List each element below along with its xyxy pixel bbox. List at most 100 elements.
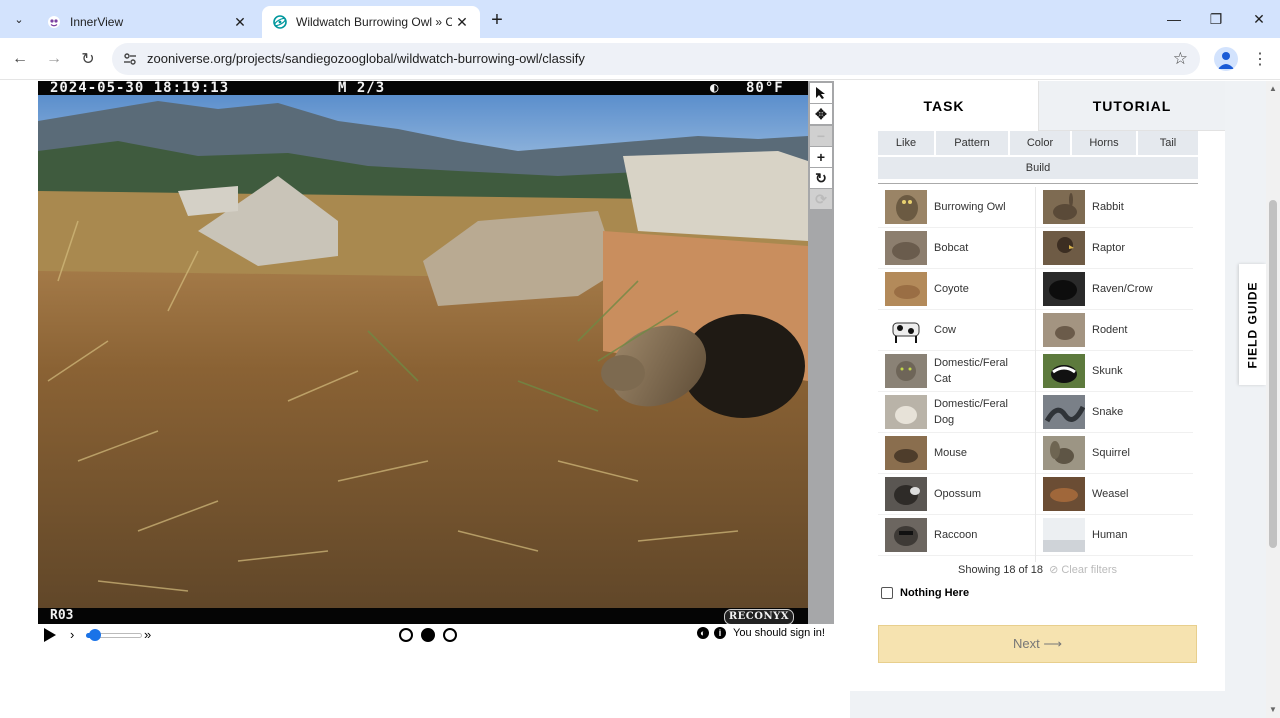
choice-coyote[interactable]: Coyote xyxy=(878,269,1035,310)
browser-menu-icon[interactable]: ⋮ xyxy=(1250,47,1270,71)
scrollbar-thumb[interactable] xyxy=(1269,200,1277,548)
frame-selector xyxy=(399,628,457,642)
choice-rodent[interactable]: Rodent xyxy=(1036,310,1193,351)
choice-skunk[interactable]: Skunk xyxy=(1036,351,1193,392)
close-window-icon[interactable]: ✕ xyxy=(1237,6,1280,32)
camera-station: R03 xyxy=(50,608,74,623)
next-button[interactable]: Next ⟶ xyxy=(878,625,1197,663)
frame-controls: › » ◐ i You should sign in! xyxy=(38,625,838,645)
tab-task[interactable]: TASK xyxy=(850,81,1038,131)
new-tab-plus-icon[interactable]: + xyxy=(486,9,508,31)
frame-dot-3[interactable] xyxy=(443,628,457,642)
moon-phase-icon: ◐ xyxy=(710,81,720,96)
scroll-down-arrow-icon[interactable]: ▼ xyxy=(1269,705,1277,714)
choice-thumbnail xyxy=(885,477,927,511)
choice-weasel[interactable]: Weasel xyxy=(1036,474,1193,515)
clear-filters-label: Clear filters xyxy=(1061,564,1117,576)
choice-raptor[interactable]: Raptor xyxy=(1036,228,1193,269)
info-icon[interactable]: i xyxy=(714,627,726,639)
choice-thumbnail xyxy=(1043,190,1085,224)
choice-label: Squirrel xyxy=(1092,447,1130,459)
forward-arrow-icon[interactable]: → xyxy=(42,47,66,71)
choice-domestic-feral-dog[interactable]: Domestic/Feral Dog xyxy=(878,392,1035,433)
choice-thumbnail xyxy=(885,272,927,306)
choice-thumbnail xyxy=(885,395,927,429)
filter-horns[interactable]: Horns xyxy=(1072,131,1138,155)
characteristic-filters: Like Pattern Color Horns Tail Build xyxy=(878,131,1198,179)
camera-trap-image[interactable]: 2024-05-30 18:19:13 M 2/3 ◐ 80°F R03 REC… xyxy=(38,81,808,624)
camera-temperature: 80°F xyxy=(746,81,784,96)
camera-info-bar: 2024-05-30 18:19:13 M 2/3 ◐ 80°F xyxy=(38,81,808,95)
choice-thumbnail xyxy=(1043,354,1085,388)
move-tool-icon[interactable]: ✥ xyxy=(810,104,832,124)
choice-mouse[interactable]: Mouse xyxy=(878,433,1035,474)
invert-colors-icon[interactable]: ◐ xyxy=(697,627,709,639)
rotate-icon[interactable]: ↻ xyxy=(810,168,832,188)
choice-domestic-feral-cat[interactable]: Domestic/Feral Cat xyxy=(878,351,1035,392)
task-panel: TASK TUTORIAL Like Pattern Color Horns T… xyxy=(850,81,1225,691)
playback-speed-handle[interactable] xyxy=(89,629,101,641)
scroll-up-arrow-icon[interactable]: ▲ xyxy=(1269,84,1277,93)
clear-filters-link[interactable]: ⊘ Clear filters xyxy=(1049,564,1117,576)
filters-divider xyxy=(878,183,1198,184)
nothing-here-checkbox[interactable] xyxy=(881,587,893,599)
zoom-out-icon[interactable]: − xyxy=(810,126,832,146)
step-forward-icon[interactable]: › xyxy=(70,627,74,642)
tab-tutorial[interactable]: TUTORIAL xyxy=(1038,81,1225,131)
tab-title: InnerView xyxy=(70,15,124,29)
choice-thumbnail xyxy=(885,190,927,224)
address-bar[interactable]: zooniverse.org/projects/sandiegozoogloba… xyxy=(112,43,1200,75)
minimize-window-icon[interactable]: — xyxy=(1152,6,1196,32)
close-tab-icon[interactable]: ✕ xyxy=(452,12,472,32)
choice-human[interactable]: Human xyxy=(1036,515,1193,556)
choice-thumbnail xyxy=(885,231,927,265)
restore-window-icon[interactable]: ❐ xyxy=(1194,6,1238,32)
choice-thumbnail xyxy=(1043,313,1085,347)
choice-cow[interactable]: Cow xyxy=(878,310,1035,351)
nothing-here-option[interactable]: Nothing Here xyxy=(881,587,969,599)
filter-pattern[interactable]: Pattern xyxy=(936,131,1010,155)
choice-squirrel[interactable]: Squirrel xyxy=(1036,433,1193,474)
close-tab-icon[interactable]: ✕ xyxy=(230,12,250,32)
choice-burrowing-owl[interactable]: Burrowing Owl xyxy=(878,187,1035,228)
choice-opossum[interactable]: Opossum xyxy=(878,474,1035,515)
sign-in-notice: You should sign in! xyxy=(733,627,825,639)
filter-like[interactable]: Like xyxy=(878,131,936,155)
bookmark-star-icon[interactable]: ☆ xyxy=(1173,49,1188,69)
zoom-in-icon[interactable]: + xyxy=(810,147,832,167)
choice-rabbit[interactable]: Rabbit xyxy=(1036,187,1193,228)
choice-bobcat[interactable]: Bobcat xyxy=(878,228,1035,269)
choice-snake[interactable]: Snake xyxy=(1036,392,1193,433)
frame-dot-1[interactable] xyxy=(399,628,413,642)
subject-meta: ◐ i You should sign in! xyxy=(697,627,825,639)
choice-label: Bobcat xyxy=(934,242,969,254)
filter-build[interactable]: Build xyxy=(878,155,1198,179)
reload-icon[interactable]: ↻ xyxy=(76,47,100,71)
choice-label: Domestic/Feral Cat xyxy=(934,357,1008,385)
pointer-tool-icon[interactable] xyxy=(810,83,832,103)
site-settings-icon[interactable] xyxy=(122,51,138,67)
page-content: 2024-05-30 18:19:13 M 2/3 ◐ 80°F R03 REC… xyxy=(0,81,1266,718)
field-guide-tab[interactable]: FIELD GUIDE xyxy=(1239,264,1266,385)
page-scrollbar[interactable]: ▲ ▼ xyxy=(1266,81,1280,718)
choice-raven-crow[interactable]: Raven/Crow xyxy=(1036,269,1193,310)
reset-view-icon[interactable]: ⟳ xyxy=(810,189,832,209)
profile-avatar-icon[interactable] xyxy=(1214,47,1238,71)
filter-color[interactable]: Color xyxy=(1010,131,1072,155)
tab-search-chevron-icon[interactable]: ⌄ xyxy=(8,8,30,30)
back-arrow-icon[interactable]: ← xyxy=(8,47,32,71)
tab-wildwatch[interactable]: Wildwatch Burrowing Owl » Cla ✕ xyxy=(262,6,480,38)
subject-viewer: 2024-05-30 18:19:13 M 2/3 ◐ 80°F R03 REC… xyxy=(0,81,850,718)
clear-filters-icon: ⊘ xyxy=(1049,564,1059,576)
frame-dot-2[interactable] xyxy=(421,628,435,642)
filter-tail[interactable]: Tail xyxy=(1138,131,1198,155)
choice-thumbnail xyxy=(885,313,927,347)
tab-innerview[interactable]: InnerView ✕ xyxy=(36,6,258,38)
choice-label: Snake xyxy=(1092,406,1124,418)
camera-brand-logo: RECONYX xyxy=(723,609,794,624)
showing-text: Showing 18 of 18 xyxy=(958,564,1044,576)
innerview-favicon-icon xyxy=(46,14,62,30)
play-icon[interactable] xyxy=(43,628,57,645)
fast-forward-icon[interactable]: » xyxy=(144,627,151,642)
choice-raccoon[interactable]: Raccoon xyxy=(878,515,1035,556)
